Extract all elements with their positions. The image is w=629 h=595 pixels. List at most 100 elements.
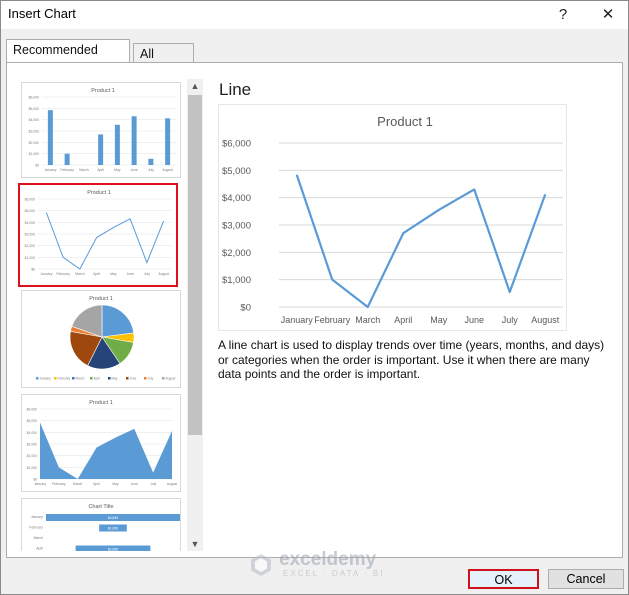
line-chart-thumbnail: Product 1 $0 $1,000 $2,000 $3,000 $4,000 $5,00… (25, 190, 172, 276)
thumbnail-x-tick: March (79, 168, 89, 172)
thumbnail-y-tick: April (36, 547, 43, 551)
thumbnail-y-tick: $4,000 (25, 221, 35, 225)
thumbnail-y-tick: $2,000 (29, 141, 39, 145)
cancel-button[interactable]: Cancel (548, 569, 624, 589)
watermark: exceldemy EXCEL · DATA · BI (247, 549, 397, 579)
chart-thumbnail-line[interactable]: Product 1 $0 $1,000 $2,000 $3,000 $4,000 $5,00… (18, 183, 178, 287)
thumbnail-y-tick: $5,000 (25, 209, 35, 213)
thumbnail-bar (131, 116, 137, 165)
title-bar: Insert Chart ? ✕ (1, 1, 628, 29)
scroll-thumb[interactable] (188, 95, 202, 435)
thumbnail-bar (148, 158, 154, 165)
thumbnail-y-tick: $6,000 (25, 198, 35, 202)
thumbnail-y-tick: $1,000 (27, 466, 37, 470)
chart-thumbnail-area[interactable]: Product 1 $0 $1,000 $2,000 $3,000 $4,000 $5,00… (21, 394, 181, 492)
thumbnail-x-tick: April (97, 168, 104, 172)
thumbnail-y-tick: $6,000 (29, 96, 39, 100)
watermark-name: exceldemy (279, 549, 377, 570)
scroll-up-icon[interactable]: ▲ (187, 79, 203, 93)
thumbnail-y-tick: $1,000 (25, 256, 35, 260)
thumbnail-title: Product 1 (89, 296, 113, 302)
thumbnail-y-tick: $4,000 (27, 431, 37, 435)
close-button[interactable]: ✕ (597, 4, 619, 26)
thumbnail-y-tick: $3,000 (25, 233, 35, 237)
pie-legend-label: January (40, 377, 52, 381)
x-tick-label: March (355, 315, 380, 325)
thumbnail-y-tick: $0 (31, 268, 35, 272)
dialog-title: Insert Chart (8, 6, 76, 21)
pie-legend-swatch (108, 377, 111, 380)
thumbnail-x-tick: August (158, 272, 169, 276)
series-line (295, 174, 547, 309)
thumbnail-x-tick: June (131, 482, 138, 486)
recommended-chart-list: Product 1 $0 $1,000 $2,000 $3,000 $4,000 $5,00… (13, 79, 188, 551)
thumbnail-y-tick: March (34, 536, 44, 540)
thumbnail-bar (98, 134, 104, 165)
y-tick-label: $2,000 (222, 248, 251, 259)
chart-description: A line chart is used to display trends o… (218, 338, 605, 381)
chart-thumbnail-pie[interactable]: Product 1 January February March April May Jun… (21, 290, 181, 388)
x-tick-label: January (281, 315, 314, 325)
x-tick-label: May (430, 315, 448, 325)
thumbnail-y-tick: $5,000 (29, 107, 39, 111)
pie-legend-swatch (54, 377, 57, 380)
tab-recommended-charts[interactable]: Recommended Charts (6, 39, 130, 77)
x-tick-label: February (314, 315, 351, 325)
thumbnail-y-tick: $0 (35, 164, 39, 168)
area-chart-thumbnail: Product 1 $0 $1,000 $2,000 $3,000 $4,000 $5,00… (27, 400, 178, 486)
thumbnail-bar-label: $2,699 (108, 547, 118, 551)
ok-button[interactable]: OK (468, 569, 539, 589)
thumbnail-bar-label: $4,839 (108, 516, 118, 520)
thumbnail-x-tick: June (126, 272, 133, 276)
watermark-tagline: EXCEL · DATA · BI (283, 569, 385, 578)
thumbnail-bar (165, 118, 171, 165)
chart-title: Product 1 (377, 114, 433, 129)
pie-chart-thumbnail: Product 1 January February March April May Jun… (36, 296, 176, 381)
pie-legend-label: July (148, 377, 154, 381)
y-tick-label: $3,000 (222, 221, 251, 232)
thumbnail-x-tick: February (60, 168, 74, 172)
thumbnail-x-tick: August (162, 168, 173, 172)
thumbnail-y-tick: $2,000 (25, 244, 35, 248)
thumbnail-y-tick: $3,000 (29, 130, 39, 134)
thumbnail-y-tick: $1,000 (29, 152, 39, 156)
line-chart-preview: Product 1 $0 $1,000 $2,000 $3,000 $4,000 $5,00… (222, 114, 563, 325)
thumbnail-x-tick: March (73, 482, 83, 486)
y-tick-label: $5,000 (222, 166, 251, 177)
chart-thumbnail-bar[interactable]: Chart Title January $4,839 February $1,000 Ma… (21, 498, 181, 551)
thumbnail-y-tick: $3,000 (27, 443, 37, 447)
x-tick-label: June (464, 315, 484, 325)
thumbnail-title: Product 1 (89, 400, 113, 406)
bar-chart-thumbnail: Chart Title January $4,839 February $1,000 Ma… (29, 504, 180, 551)
thumbnail-x-tick: July (148, 168, 154, 172)
y-tick-label: $1,000 (222, 275, 251, 286)
thumbnail-y-tick: $6,000 (27, 408, 37, 412)
scroll-down-icon[interactable]: ▼ (187, 537, 203, 551)
thumbnail-bar (114, 124, 120, 165)
thumbnail-x-tick: July (144, 272, 150, 276)
pie-legend-label: April (94, 377, 101, 381)
thumbnail-title: Product 1 (87, 190, 111, 196)
thumbnail-y-tick: February (29, 526, 43, 530)
pie-legend-swatch (72, 377, 75, 380)
pie-legend-label: August (166, 377, 176, 381)
pie-legend-label: March (76, 377, 85, 381)
thumbnail-area (40, 422, 172, 479)
thumbnail-y-tick: $5,000 (27, 419, 37, 423)
thumbnail-bar (64, 153, 70, 165)
thumbnail-scrollbar[interactable]: ▲ ▼ (187, 79, 203, 551)
y-tick-label: $0 (240, 303, 251, 314)
thumbnail-x-tick: January (34, 482, 46, 486)
thumbnail-y-tick: $2,000 (27, 454, 37, 458)
thumbnail-line (45, 212, 165, 270)
pie-legend-label: February (58, 377, 71, 381)
help-button[interactable]: ? (552, 4, 574, 26)
pie-legend-swatch (162, 377, 165, 380)
chart-thumbnail-column[interactable]: Product 1 $0 $1,000 $2,000 $3,000 $4,000 $5,00… (21, 82, 181, 178)
thumbnail-bar (47, 110, 53, 165)
thumbnail-x-tick: June (130, 168, 137, 172)
thumbnail-y-tick: January (31, 515, 43, 519)
column-chart-thumbnail: Product 1 $0 $1,000 $2,000 $3,000 $4,000 $5,00… (29, 88, 176, 172)
y-tick-label: $6,000 (222, 139, 251, 150)
x-tick-label: April (394, 315, 412, 325)
